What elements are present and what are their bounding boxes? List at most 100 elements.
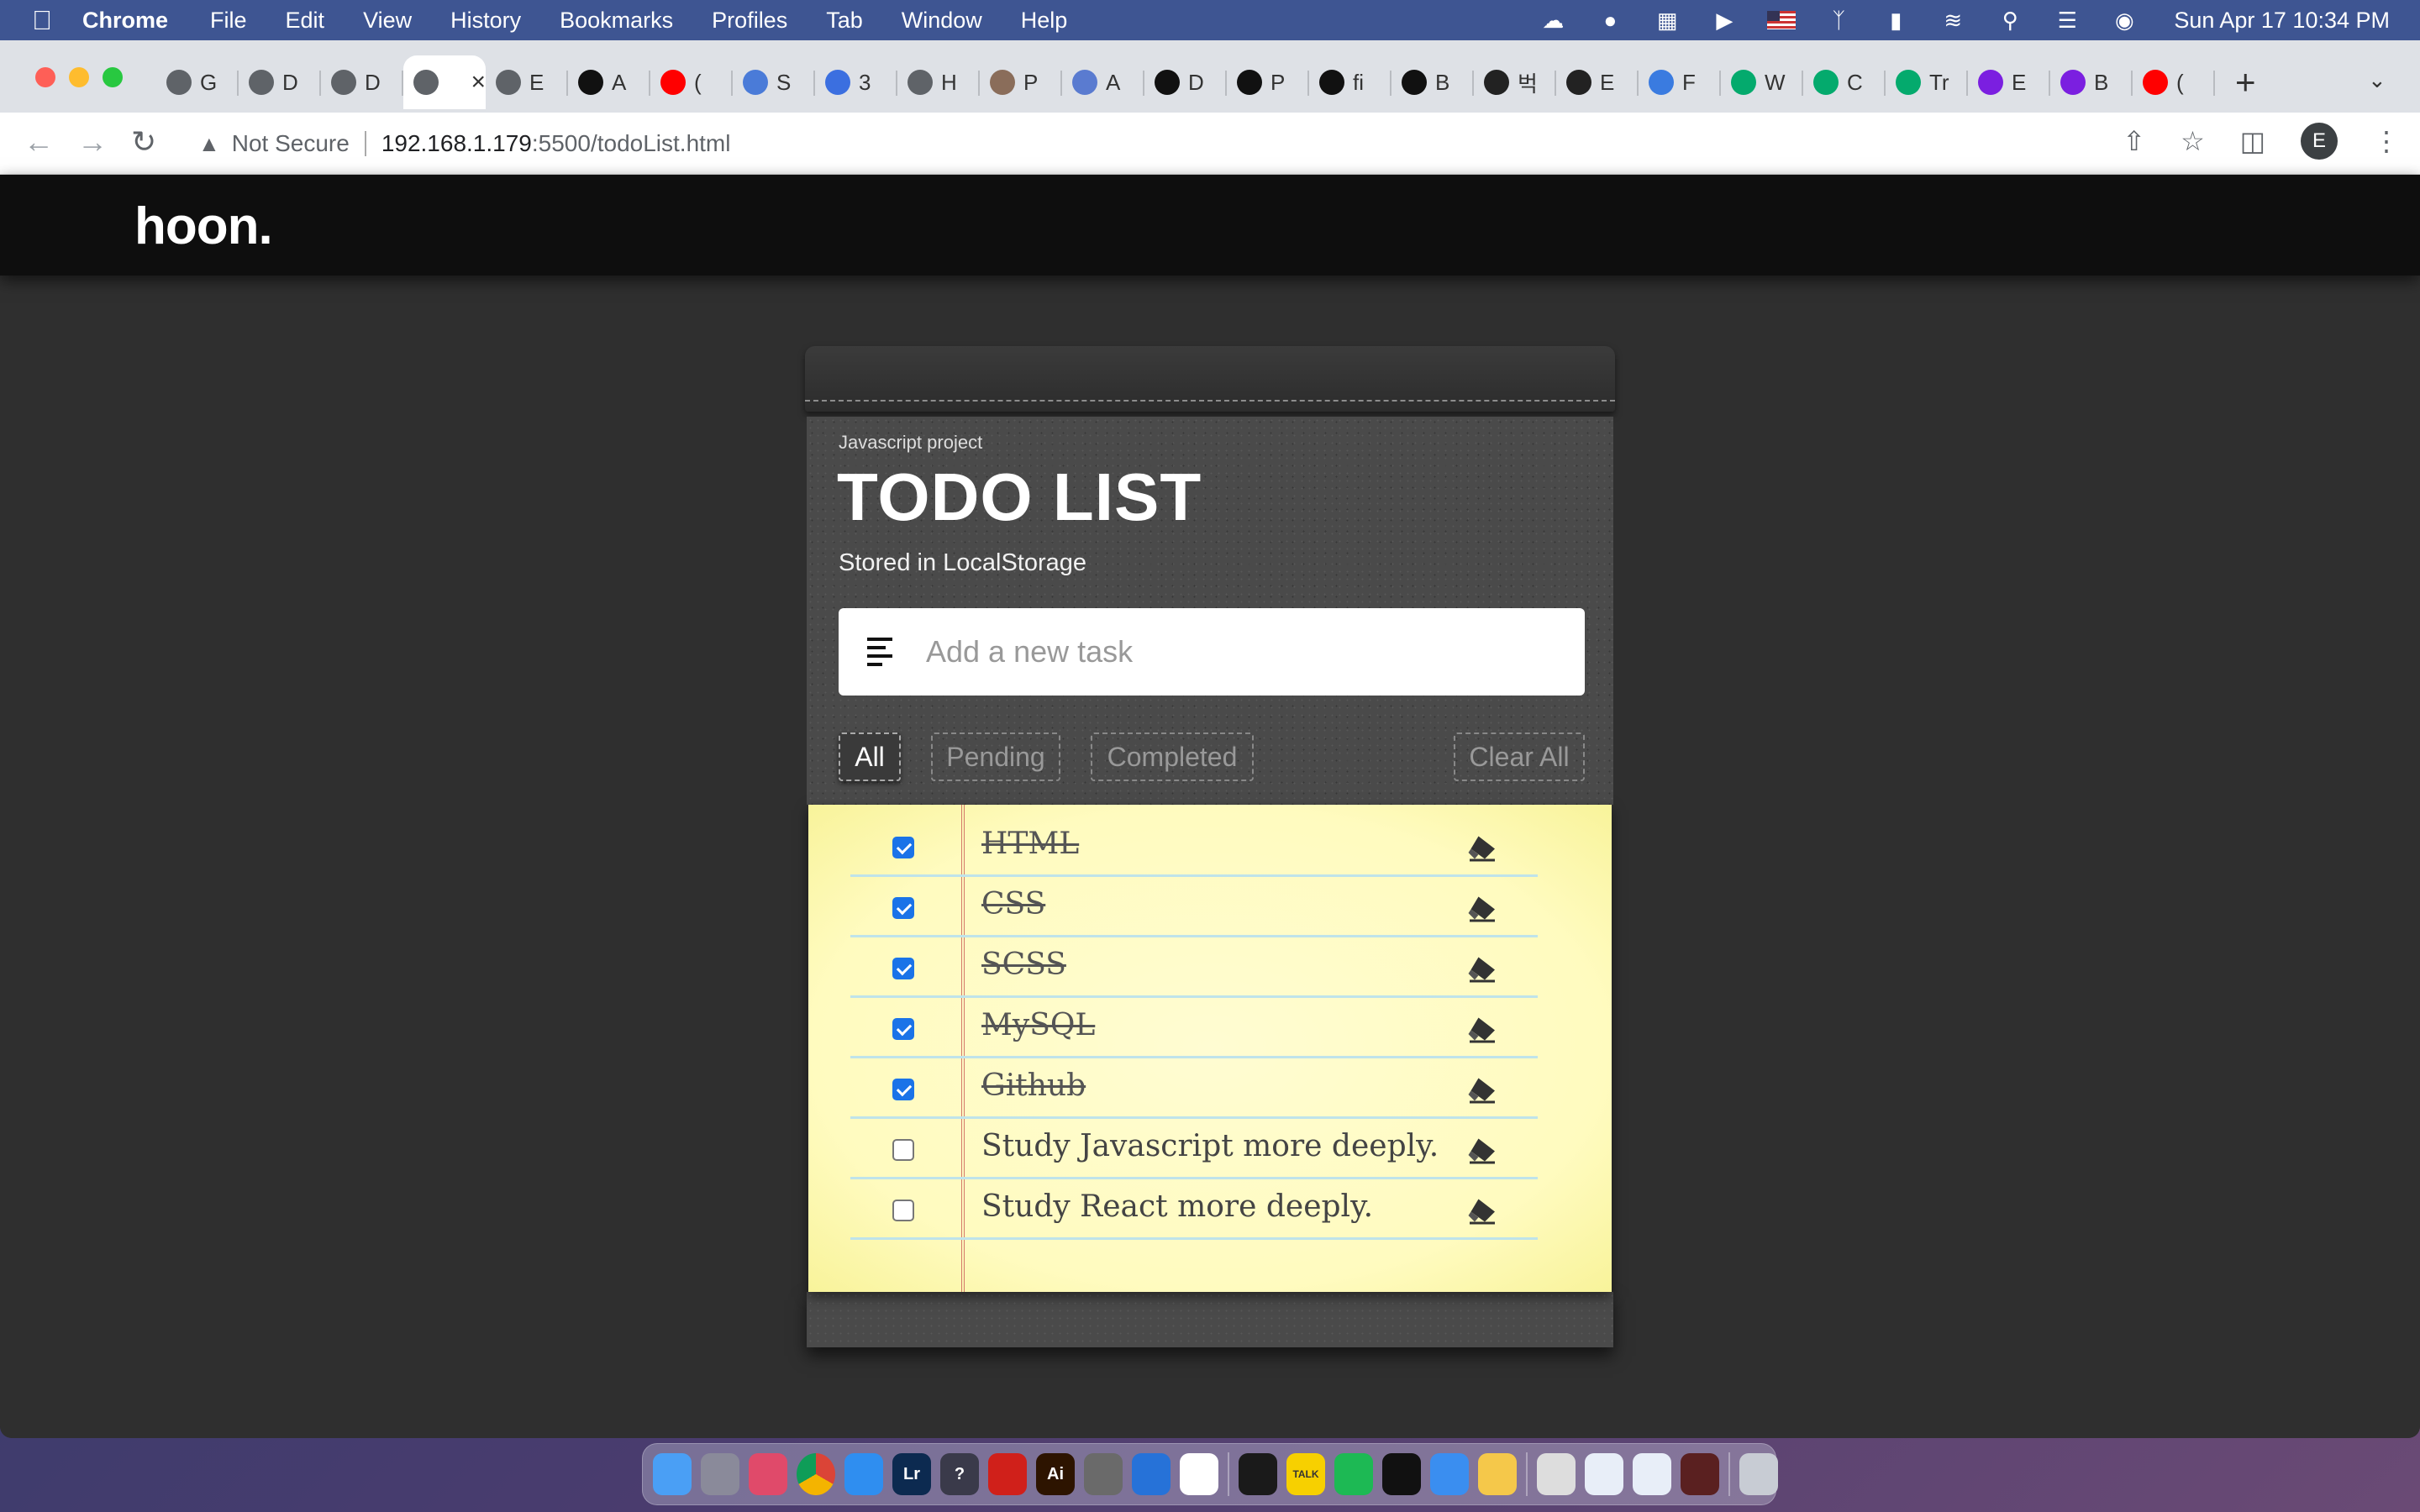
browser-tab[interactable]: 3 [815,55,897,109]
apple-menu-icon[interactable]:  [32,5,82,36]
dock-acrobat-icon[interactable] [988,1453,1027,1495]
delete-eraser-icon[interactable] [1467,833,1497,862]
dock-calendar-icon[interactable] [1180,1453,1218,1495]
dock-spotify-icon[interactable] [1334,1453,1373,1495]
spotlight-search-icon[interactable]: ⚲ [1996,8,2024,33]
dock-files-icon[interactable] [1585,1453,1623,1495]
us-flag-input-icon[interactable] [1767,11,1797,29]
wifi-icon[interactable]: ≋ [1939,8,1967,33]
browser-tab[interactable]: F [1639,55,1721,109]
play-icon[interactable]: ▶ [1710,8,1739,33]
dock-creative-cloud-icon[interactable] [749,1453,787,1495]
browser-tab[interactable]: E [1968,55,2050,109]
menu-file[interactable]: File [210,8,247,34]
back-button[interactable]: ← [24,124,54,160]
clear-all-button[interactable]: Clear All [1454,732,1585,781]
browser-tab[interactable]: B [2050,55,2133,109]
bluetooth-icon[interactable]: ᛉ [1824,8,1853,33]
menu-window[interactable]: Window [902,8,982,34]
browser-tab[interactable]: P [980,55,1062,109]
task-checkbox[interactable] [892,897,914,919]
browser-tab[interactable]: B [1392,55,1474,109]
close-window-button[interactable] [35,67,55,87]
browser-tab[interactable]: 벅 [1474,55,1556,109]
minimize-window-button[interactable] [69,67,89,87]
forward-button[interactable]: → [77,124,108,160]
url-text[interactable]: 192.168.1.179:5500/todoList.html [381,130,731,157]
browser-tab[interactable]: ( [2133,55,2215,109]
dock-launchpad-icon[interactable] [701,1453,739,1495]
security-label[interactable]: Not Secure [232,130,350,157]
browser-tab[interactable]: H [897,55,980,109]
browser-tab[interactable]: D [239,55,321,109]
siri-icon[interactable]: ◉ [2110,8,2139,33]
reload-button[interactable]: ↻ [131,124,156,160]
tab-search-chevron-icon[interactable]: ⌄ [2368,67,2386,93]
browser-tab[interactable]: D [1144,55,1227,109]
filter-completed-button[interactable]: Completed [1091,732,1254,781]
dock-finder-icon[interactable] [653,1453,692,1495]
dock-vs-code-icon[interactable] [1132,1453,1171,1495]
browser-tab[interactable]: G [156,55,239,109]
creative-cloud-status-icon[interactable]: ☁ [1539,8,1567,33]
menu-bar-clock[interactable]: Sun Apr 17 10:34 PM [2174,8,2390,34]
browser-tab[interactable]: D [321,55,403,109]
task-checkbox[interactable] [892,1139,914,1161]
delete-eraser-icon[interactable] [1467,1136,1497,1164]
browser-tab[interactable]: S [733,55,815,109]
menu-profiles[interactable]: Profiles [712,8,787,34]
dock-settings-icon[interactable] [1084,1453,1123,1495]
browser-tab[interactable]: P [1227,55,1309,109]
task-checkbox[interactable] [892,837,914,858]
filter-all-button[interactable]: All [839,732,901,781]
browser-tab[interactable]: W [1721,55,1803,109]
task-checkbox[interactable] [892,1200,914,1221]
delete-eraser-icon[interactable] [1467,894,1497,922]
browser-tab[interactable]: E [1556,55,1639,109]
browser-tab[interactable]: Tr [1886,55,1968,109]
dock-mail-icon[interactable] [1430,1453,1469,1495]
dock-photo-booth-icon[interactable] [1681,1453,1719,1495]
browser-tab[interactable]: ( [650,55,733,109]
browser-tab[interactable]: A [568,55,650,109]
delete-eraser-icon[interactable] [1467,1015,1497,1043]
side-panel-icon[interactable]: ◫ [2240,125,2265,157]
layout-icon[interactable]: ▦ [1653,8,1681,33]
delete-eraser-icon[interactable] [1467,1075,1497,1104]
dock-chrome-icon[interactable] [797,1453,835,1495]
site-logo[interactable]: hoon. [134,197,273,256]
dock-terminal-icon[interactable] [1239,1453,1277,1495]
bookmark-star-icon[interactable]: ☆ [2181,125,2205,157]
dock-files-icon[interactable] [1633,1453,1671,1495]
dock-ai-icon[interactable]: Ai [1036,1453,1075,1495]
menu-bookmarks[interactable]: Bookmarks [560,8,673,34]
task-input-box[interactable] [839,608,1585,696]
profile-avatar[interactable]: E [2301,123,2338,160]
close-tab-icon[interactable]: × [471,68,486,97]
address-bar[interactable]: ▲ Not Secure 192.168.1.179:5500/todoList… [183,119,2149,168]
share-icon[interactable]: ⇧ [2123,125,2145,157]
dock-lr-icon[interactable]: Lr [892,1453,931,1495]
delete-eraser-icon[interactable] [1467,1196,1497,1225]
dock-talk-icon[interactable]: TALK [1286,1453,1325,1495]
browser-tab[interactable]: E [486,55,568,109]
task-checkbox[interactable] [892,958,914,979]
dock-preview-icon[interactable] [1537,1453,1576,1495]
browser-tab[interactable]: C [1803,55,1886,109]
delete-eraser-icon[interactable] [1467,954,1497,983]
control-center-icon[interactable]: ☰ [2053,8,2081,33]
active-tab[interactable]: × [403,55,486,109]
filter-pending-button[interactable]: Pending [931,732,1060,781]
menu-edit[interactable]: Edit [286,8,325,34]
dock-app-store-icon[interactable] [844,1453,883,1495]
bowler-hat-icon[interactable]: ● [1596,8,1624,33]
dock-notes-icon[interactable] [1478,1453,1517,1495]
warning-triangle-icon[interactable]: ▲ [198,131,220,157]
more-menu-icon[interactable]: ⋮ [2373,125,2400,157]
menu-history[interactable]: History [450,8,521,34]
browser-tab[interactable]: fi [1309,55,1392,109]
menu-app-name[interactable]: Chrome [82,8,168,34]
task-checkbox[interactable] [892,1018,914,1040]
fullscreen-window-button[interactable] [103,67,123,87]
dock-trash-icon[interactable] [1739,1453,1778,1495]
